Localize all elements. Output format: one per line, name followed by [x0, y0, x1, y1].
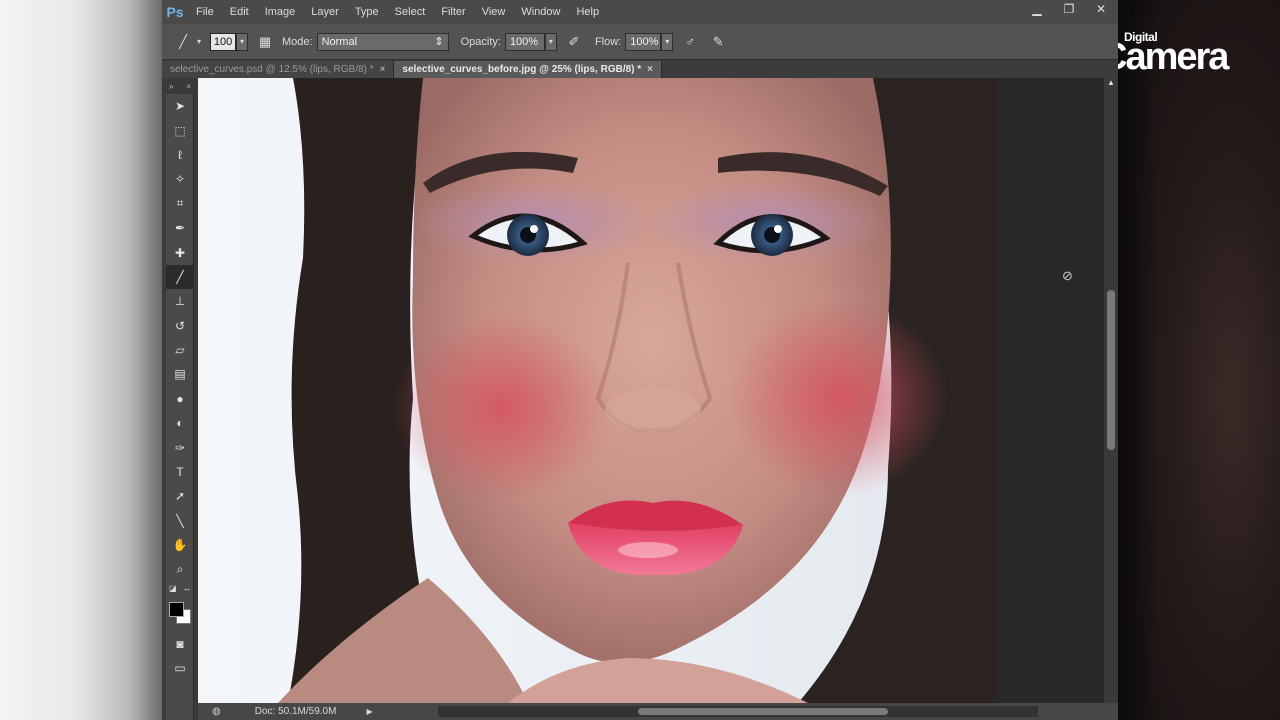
blur-tool-icon[interactable]: ● [166, 387, 194, 411]
navigator-reset-icon[interactable]: ⊘ [1062, 268, 1073, 284]
preset-dropdown-icon[interactable]: ▾ [194, 31, 204, 53]
watermark-big-text: Camera [1100, 36, 1229, 78]
gradient-tool-icon[interactable]: ▤ [166, 362, 194, 386]
quick-selection-tool-icon[interactable]: ✧ [166, 167, 194, 191]
brush-picker-dropdown-icon[interactable]: ▾ [236, 32, 248, 51]
mode-select[interactable]: Normal ⇕ [316, 32, 449, 51]
document-canvas[interactable]: ⊘ [198, 78, 1104, 703]
video-background-right [1118, 0, 1280, 720]
menu-filter[interactable]: Filter [433, 6, 473, 18]
brush-tool-icon[interactable]: ╱ [166, 264, 194, 290]
document-tab-bar: selective_curves.psd @ 12.5% (lips, RGB/… [162, 60, 1118, 78]
zoom-icon[interactable]: ◍ [212, 706, 221, 717]
doc-size-text[interactable]: Doc: 50.1M/59.0M [255, 706, 337, 717]
photoshop-logo: Ps [166, 4, 184, 20]
swap-colors-row[interactable]: ◪ ↔ [166, 582, 194, 596]
flow-label: Flow: [594, 35, 622, 48]
eraser-tool-icon[interactable]: ▱ [166, 338, 194, 362]
collapse-icon[interactable]: » [169, 82, 173, 91]
opacity-field[interactable]: 100% [504, 32, 545, 51]
close-icon[interactable]: ✕ [1092, 2, 1110, 16]
tab-label: selective_curves.psd @ 12.5% (lips, RGB/… [170, 64, 374, 75]
tab-close-icon[interactable]: × [647, 64, 653, 75]
spot-healing-tool-icon[interactable]: ✚ [166, 240, 194, 264]
menu-window[interactable]: Window [513, 6, 568, 18]
move-tool-icon[interactable]: ➤ [166, 94, 194, 118]
menu-help[interactable]: Help [568, 6, 607, 18]
pressure-size-icon[interactable]: ✎ [707, 31, 729, 53]
vertical-scroll-thumb[interactable] [1107, 290, 1115, 450]
window-controls: ▁ ❐ ✕ [1028, 2, 1110, 16]
brush-panel-toggle-icon[interactable]: ▦ [254, 31, 276, 53]
foreground-color-swatch[interactable] [169, 601, 184, 617]
menu-file[interactable]: File [188, 6, 222, 18]
menu-view[interactable]: View [474, 6, 514, 18]
mode-value: Normal [321, 35, 358, 48]
flow-field[interactable]: 100% [625, 32, 662, 51]
pressure-opacity-icon[interactable]: ✐ [563, 31, 585, 53]
screen-mode-icon[interactable]: ▭ [166, 656, 194, 680]
video-background-left [0, 0, 162, 720]
digital-camera-watermark: Digital Camera [1098, 30, 1258, 80]
opacity-dropdown-icon[interactable]: ▾ [544, 32, 557, 51]
marquee-tool-icon[interactable]: ⬚ [166, 118, 194, 142]
portrait-photo [198, 78, 998, 703]
line-tool-icon[interactable]: ╲ [166, 509, 194, 533]
clone-stamp-tool-icon[interactable]: ⊥ [166, 289, 194, 313]
restore-icon[interactable]: ❐ [1060, 2, 1078, 16]
tab-label: selective_curves_before.jpg @ 25% (lips,… [402, 64, 642, 75]
horizontal-scroll-thumb[interactable] [638, 708, 888, 715]
lasso-tool-icon[interactable]: ℓ [166, 143, 194, 167]
tab-selective-curves-before-jpg[interactable]: selective_curves_before.jpg @ 25% (lips,… [394, 61, 663, 78]
crop-tool-icon[interactable]: ⌗ [166, 192, 194, 216]
scroll-up-icon[interactable]: ▲ [1104, 78, 1118, 90]
panel-close-icon[interactable]: × [186, 82, 191, 91]
minimize-icon[interactable]: ▁ [1028, 2, 1046, 16]
default-colors-icon[interactable]: ◪ [169, 584, 177, 593]
dodge-tool-icon[interactable]: ◐ [166, 411, 194, 435]
status-bar: ◍ Doc: 50.1M/59.0M ▶ [198, 703, 1118, 720]
eyedropper-tool-icon[interactable]: ✒ [166, 216, 194, 240]
menu-select[interactable]: Select [387, 6, 434, 18]
swap-colors-icon[interactable]: ↔ [183, 584, 191, 593]
horizontal-scrollbar[interactable] [438, 706, 1038, 717]
zoom-tool-icon[interactable]: ⌕ [166, 557, 194, 581]
flow-dropdown-icon[interactable]: ▾ [661, 32, 674, 51]
color-swatches [166, 596, 194, 632]
pen-tool-icon[interactable]: ✑ [166, 435, 194, 459]
menu-layer[interactable]: Layer [303, 6, 347, 18]
tools-panel: ➤ ⬚ ℓ ✧ ⌗ ✒ ✚ ╱ ⊥ ↺ ▱ ▤ ● ◐ ✑ T ➚ ╲ ✋ ⌕ … [166, 94, 194, 720]
mode-label: Mode: [282, 35, 313, 48]
menu-bar: Ps File Edit Image Layer Type Select Fil… [162, 0, 1118, 24]
type-tool-icon[interactable]: T [166, 460, 194, 484]
brush-tool-preset-icon[interactable]: ╱ [172, 31, 194, 53]
tab-close-icon[interactable]: × [380, 64, 386, 75]
history-brush-tool-icon[interactable]: ↺ [166, 314, 194, 338]
menu-edit[interactable]: Edit [222, 6, 257, 18]
updown-icon: ⇕ [434, 36, 444, 48]
toolbar-header[interactable]: » × [166, 78, 194, 94]
quick-mask-icon[interactable]: ◙ [166, 632, 194, 656]
menu-image[interactable]: Image [257, 6, 304, 18]
options-bar: ╱ ▾ 100 ▾ ▦ Mode: Normal ⇕ Opacity: 100%… [162, 24, 1118, 60]
menu-type[interactable]: Type [347, 6, 387, 18]
opacity-label: Opacity: [460, 35, 501, 48]
vertical-scrollbar[interactable]: ▲ [1104, 78, 1118, 703]
photoshop-window: Ps File Edit Image Layer Type Select Fil… [162, 0, 1118, 720]
hand-tool-icon[interactable]: ✋ [166, 533, 194, 557]
brush-size-field[interactable]: 100 [210, 32, 236, 51]
airbrush-icon[interactable]: ♂ [679, 31, 701, 53]
tab-selective-curves-psd[interactable]: selective_curves.psd @ 12.5% (lips, RGB/… [162, 61, 395, 78]
path-selection-tool-icon[interactable]: ➚ [166, 484, 194, 508]
status-menu-arrow-icon[interactable]: ▶ [366, 707, 372, 716]
